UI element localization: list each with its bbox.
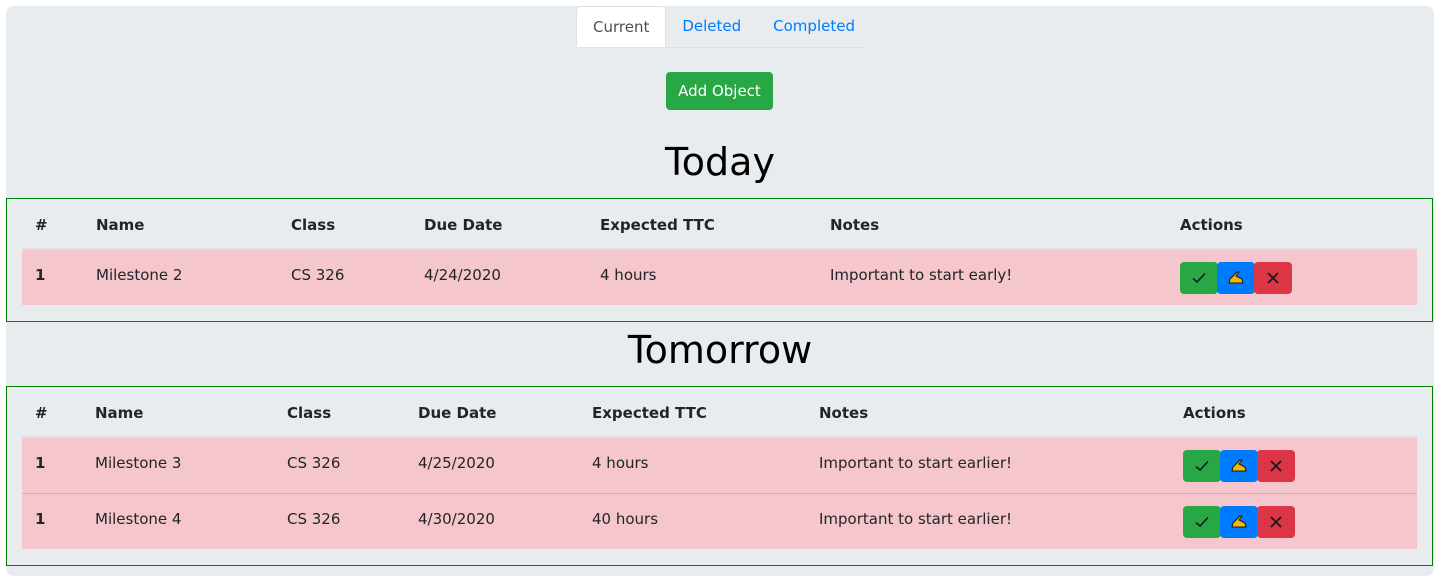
col-header-expected-ttc: Expected TTC bbox=[600, 216, 715, 234]
row-notes: Important to start earlier! bbox=[819, 454, 1012, 472]
col-header-notes: Notes bbox=[819, 404, 869, 422]
close-icon bbox=[1267, 272, 1279, 284]
col-header-name: Name bbox=[96, 216, 145, 234]
col-header-notes: Notes bbox=[830, 216, 880, 234]
row-notes: Important to start earlier! bbox=[819, 510, 1012, 528]
table-row: 1 Milestone 3 CS 326 4/25/2020 4 hours I… bbox=[22, 438, 1417, 493]
delete-button[interactable] bbox=[1257, 506, 1295, 538]
edit-button[interactable] bbox=[1220, 506, 1258, 538]
add-object-button[interactable]: Add Object bbox=[666, 72, 773, 110]
row-expected-ttc: 4 hours bbox=[600, 266, 657, 284]
row-name: Milestone 4 bbox=[95, 510, 182, 528]
edit-button[interactable] bbox=[1220, 450, 1258, 482]
col-header-actions: Actions bbox=[1180, 216, 1243, 234]
row-due-date: 4/24/2020 bbox=[424, 266, 501, 284]
check-icon bbox=[1192, 272, 1206, 284]
col-header-actions: Actions bbox=[1183, 404, 1246, 422]
view-tabs: Current Deleted Completed bbox=[576, 6, 864, 48]
tomorrow-table: # Name Class Due Date Expected TTC Notes… bbox=[6, 386, 1433, 566]
section-title-today: Today bbox=[665, 140, 775, 184]
today-table: # Name Class Due Date Expected TTC Notes… bbox=[6, 198, 1433, 322]
table-row: 1 Milestone 4 CS 326 4/30/2020 40 hours … bbox=[22, 493, 1417, 549]
writing-hand-icon bbox=[1231, 459, 1247, 472]
col-header-number: # bbox=[35, 216, 48, 234]
row-class: CS 326 bbox=[287, 454, 341, 472]
check-icon bbox=[1195, 516, 1209, 528]
row-number: 1 bbox=[35, 266, 46, 284]
row-class: CS 326 bbox=[287, 510, 341, 528]
close-icon bbox=[1270, 460, 1282, 472]
row-actions bbox=[1183, 450, 1295, 482]
complete-button[interactable] bbox=[1183, 506, 1221, 538]
row-expected-ttc: 4 hours bbox=[592, 454, 649, 472]
complete-button[interactable] bbox=[1180, 262, 1218, 294]
col-header-expected-ttc: Expected TTC bbox=[592, 404, 707, 422]
writing-hand-icon bbox=[1231, 515, 1247, 528]
row-class: CS 326 bbox=[291, 266, 345, 284]
row-name: Milestone 2 bbox=[96, 266, 183, 284]
row-due-date: 4/30/2020 bbox=[418, 510, 495, 528]
check-icon bbox=[1195, 460, 1209, 472]
row-due-date: 4/25/2020 bbox=[418, 454, 495, 472]
col-header-name: Name bbox=[95, 404, 144, 422]
row-actions bbox=[1180, 262, 1292, 294]
tab-deleted[interactable]: Deleted bbox=[666, 6, 757, 47]
row-notes: Important to start early! bbox=[830, 266, 1013, 284]
col-header-due-date: Due Date bbox=[424, 216, 503, 234]
tab-current[interactable]: Current bbox=[576, 6, 667, 47]
row-actions bbox=[1183, 506, 1295, 538]
col-header-class: Class bbox=[291, 216, 336, 234]
col-header-number: # bbox=[35, 404, 48, 422]
col-header-class: Class bbox=[287, 404, 332, 422]
writing-hand-icon bbox=[1228, 271, 1244, 284]
edit-button[interactable] bbox=[1217, 262, 1255, 294]
col-header-due-date: Due Date bbox=[418, 404, 497, 422]
row-expected-ttc: 40 hours bbox=[592, 510, 659, 528]
tab-completed[interactable]: Completed bbox=[757, 6, 871, 47]
close-icon bbox=[1270, 516, 1282, 528]
delete-button[interactable] bbox=[1257, 450, 1295, 482]
delete-button[interactable] bbox=[1254, 262, 1292, 294]
complete-button[interactable] bbox=[1183, 450, 1221, 482]
row-name: Milestone 3 bbox=[95, 454, 182, 472]
row-number: 1 bbox=[35, 454, 46, 472]
row-number: 1 bbox=[35, 510, 46, 528]
table-row: 1 Milestone 2 CS 326 4/24/2020 4 hours I… bbox=[22, 250, 1417, 305]
section-title-tomorrow: Tomorrow bbox=[627, 328, 813, 372]
